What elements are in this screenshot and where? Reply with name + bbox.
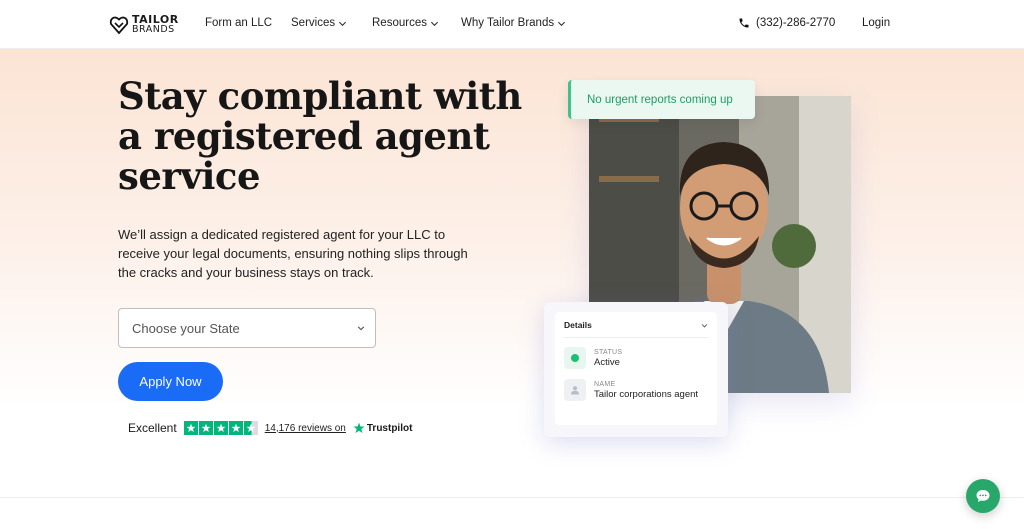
chevron-down-icon [339,21,347,26]
state-select-placeholder: Choose your State [132,320,240,336]
details-card-body: Details STATUS Active NAME Tailor corpor… [555,312,717,425]
details-header[interactable]: Details [564,320,708,338]
chat-icon [976,490,990,502]
login-link[interactable]: Login [862,17,890,29]
star-icon [243,421,258,435]
logo-line2: BRANDS [132,24,175,35]
nav-label: Services [291,17,336,29]
nav-label: Resources [372,17,427,29]
nav-why-tailor-brands[interactable]: Why Tailor Brands [461,17,566,29]
tailor-brands-logo[interactable]: TAILOR BRANDS [109,13,179,37]
hero-description: We’ll assign a dedicated registered agen… [118,227,468,280]
person-icon [564,379,586,401]
phone-icon [739,18,749,28]
name-label: NAME [594,380,616,388]
name-value: Tailor corporations agent [594,388,699,400]
state-select[interactable]: Choose your State [118,308,376,348]
trustpilot-star-icon [353,422,365,434]
hero-title: Stay compliant with a registered agent s… [118,74,522,198]
detail-row-name: NAME Tailor corporations agent [564,379,708,401]
phone-link[interactable]: (332)-286-2770 [738,17,835,29]
chevron-down-icon [701,323,708,328]
chevron-down-icon [357,326,365,331]
trustpilot-logo: Trustpilot [353,422,413,434]
nav-label: Form an LLC [205,17,273,29]
star-icon [198,421,213,435]
details-title: Details [564,320,592,330]
site-header: TAILOR BRANDS Form an LLC Services Resou… [0,0,1024,49]
trustpilot-rating: Excellent 14,176 reviews on Trustpilot [128,420,412,436]
nav-resources[interactable]: Resources [372,17,439,29]
rating-word: Excellent [128,421,177,435]
nav-form-an-llc[interactable]: Form an LLC [205,17,272,29]
status-icon [564,347,586,369]
star-icon [228,421,243,435]
logo-icon [109,16,129,35]
status-value: Active [594,356,620,368]
logo-wordmark: TAILOR BRANDS [132,14,179,35]
chevron-down-icon [558,21,566,26]
star-icon [213,421,228,435]
chat-button[interactable] [966,479,1000,513]
trustpilot-brand: Trustpilot [366,422,413,434]
section-divider [0,497,1024,498]
star-rating [183,421,258,435]
apply-now-button[interactable]: Apply Now [118,362,223,401]
detail-row-status: STATUS Active [564,347,708,369]
nav-label: Why Tailor Brands [461,17,555,29]
phone-number: (332)-286-2770 [756,17,836,29]
details-card: Details STATUS Active NAME Tailor corpor… [544,302,728,437]
star-icon [183,421,198,435]
status-label: STATUS [594,348,623,356]
status-toast: No urgent reports coming up [568,80,755,119]
chevron-down-icon [430,21,439,26]
nav-services[interactable]: Services [291,17,347,29]
reviews-link[interactable]: 14,176 reviews on [265,423,346,434]
